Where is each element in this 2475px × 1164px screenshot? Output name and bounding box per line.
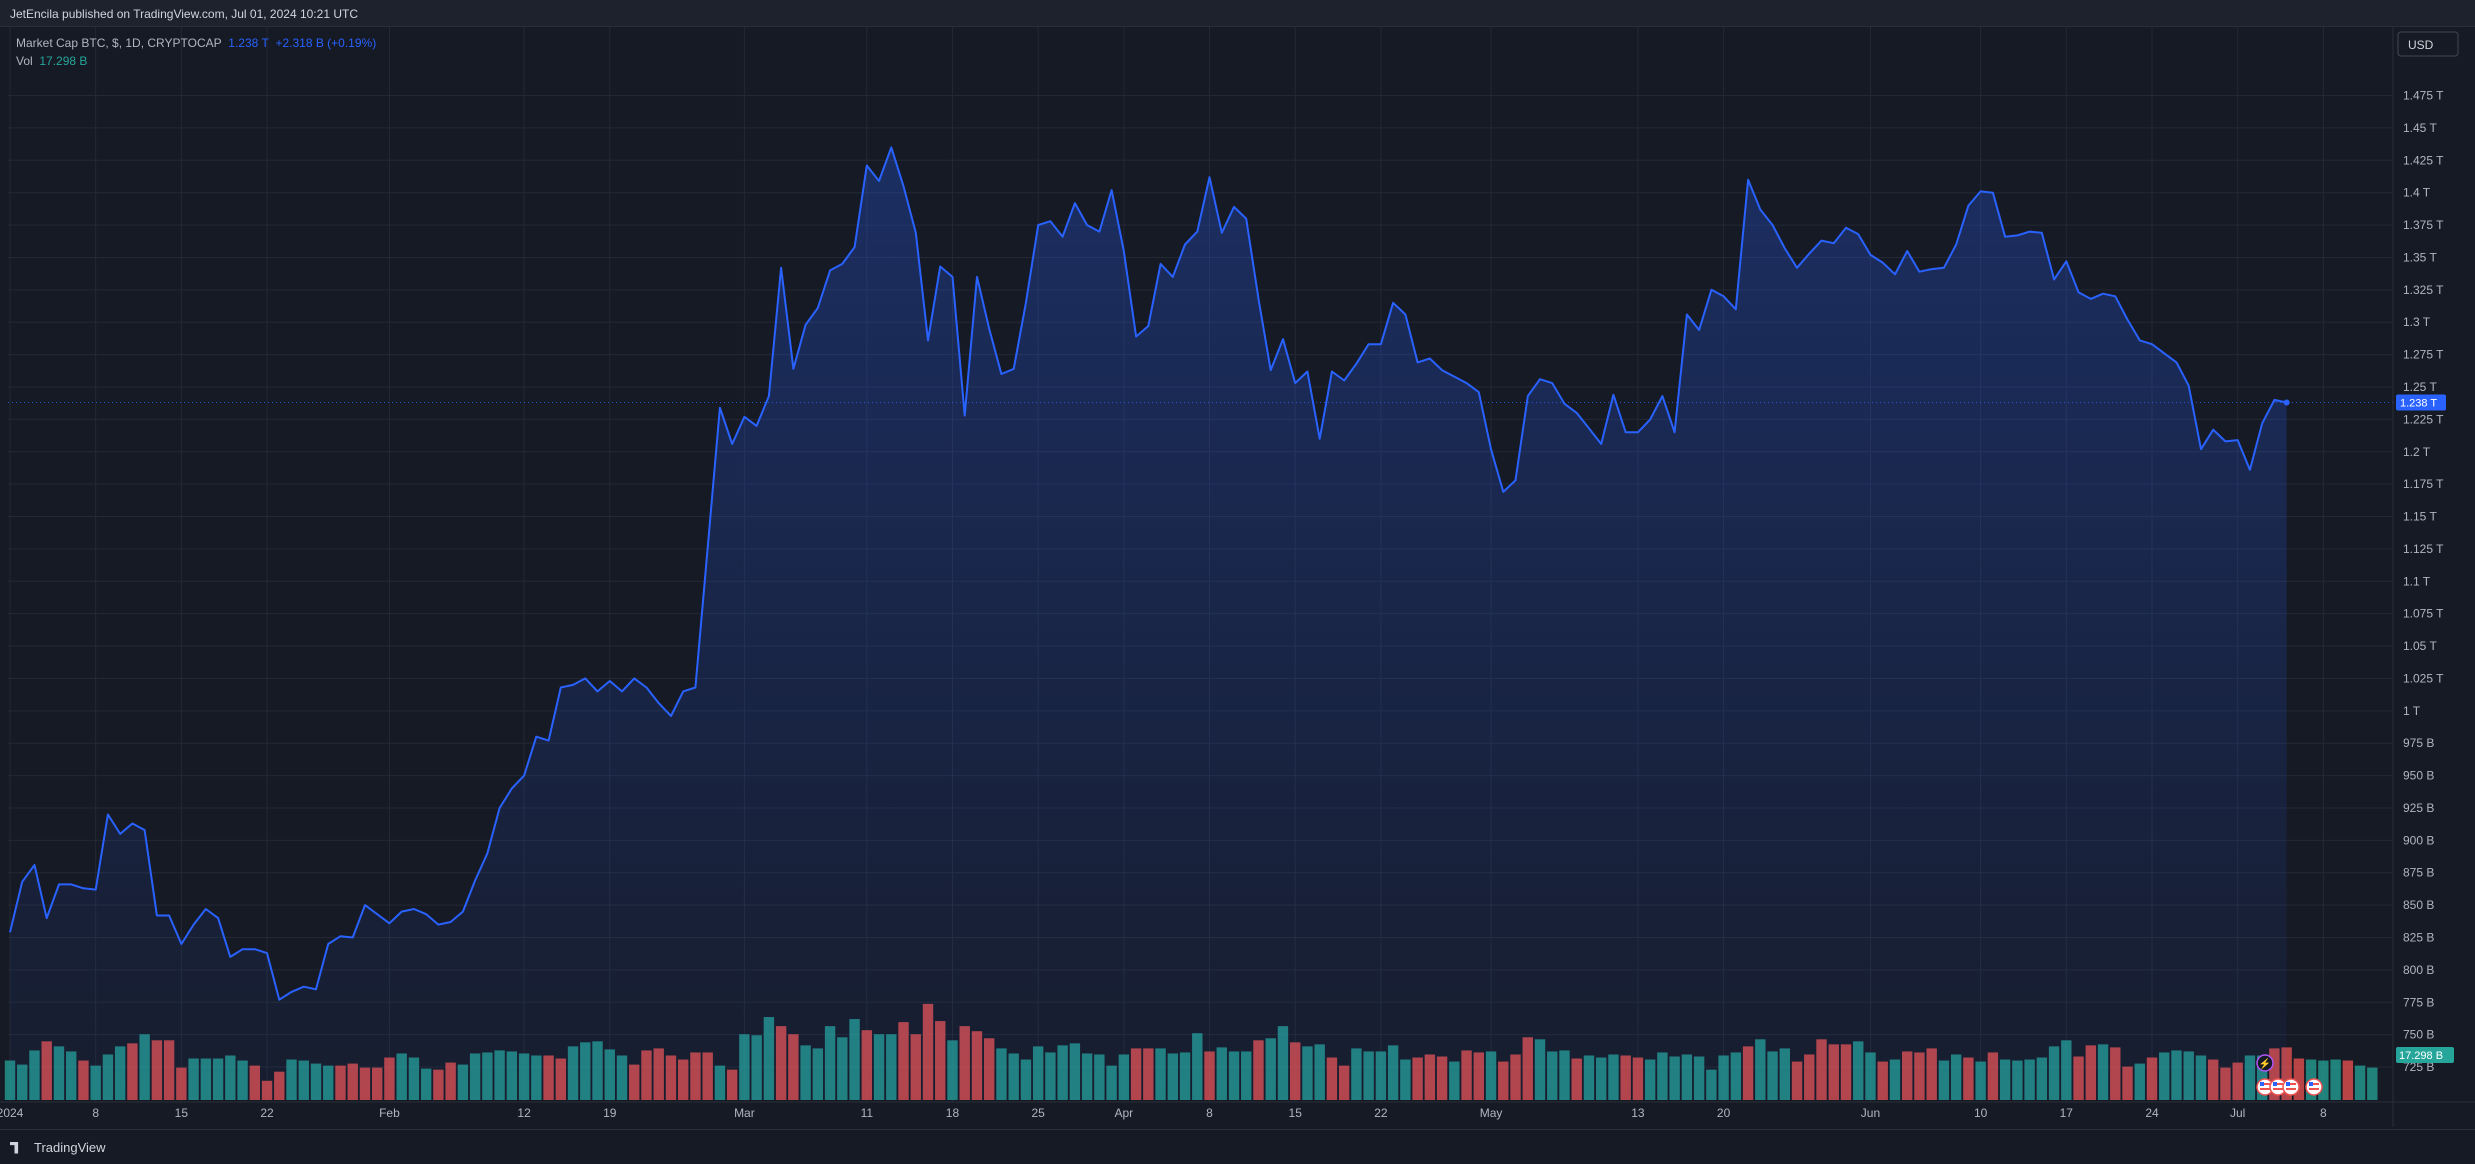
- x-tick-label: 13: [1631, 1106, 1645, 1120]
- y-tick-label: 1.45 T: [2403, 121, 2437, 135]
- x-tick-label: 25: [1031, 1106, 1045, 1120]
- lightning-icon-glyph: ⚡: [2259, 1057, 2271, 1070]
- volume-bar: [2318, 1060, 2329, 1100]
- tradingview-logo[interactable]: TradingView: [10, 1140, 106, 1155]
- x-tick-label: 20: [1717, 1106, 1731, 1120]
- publish-header: JetEncila published on TradingView.com, …: [0, 0, 2475, 27]
- series-legend: Market Cap BTC, $, 1D, CRYPTOCAP 1.238 T…: [16, 34, 376, 70]
- volume-bar: [2342, 1060, 2354, 1100]
- x-tick-label: 8: [2320, 1106, 2327, 1120]
- x-tick-label: 11: [861, 1106, 874, 1120]
- x-tick-label: 12: [517, 1106, 531, 1120]
- legend-row-volume: Vol 17.298 B: [16, 52, 376, 70]
- us-flag-icon[interactable]: [2282, 1078, 2300, 1096]
- last-price-axis-label: 1.238 T: [2400, 398, 2437, 410]
- us-flag-stripe: [2309, 1088, 2319, 1090]
- footer-bar: TradingView: [0, 1129, 2475, 1164]
- x-tick-label: Jul: [2230, 1106, 2245, 1120]
- y-tick-label: 850 B: [2403, 898, 2434, 912]
- y-tick-label: 1.175 T: [2403, 477, 2444, 491]
- volume-bar: [2330, 1059, 2341, 1100]
- y-tick-label: 800 B: [2403, 963, 2434, 977]
- y-tick-label: 1.35 T: [2403, 250, 2437, 264]
- volume-bar: [2367, 1067, 2378, 1100]
- y-tick-label: 1.375 T: [2403, 218, 2444, 232]
- us-flag-canton: [2309, 1082, 2313, 1086]
- x-tick-label: 15: [1289, 1106, 1303, 1120]
- x-tick-label: 19: [603, 1106, 617, 1120]
- legend-change: +2.318 B (+0.19%): [275, 36, 377, 50]
- x-tick-label: Apr: [1114, 1106, 1133, 1120]
- x-tick-label: 18: [946, 1106, 960, 1120]
- legend-volume-label: Vol: [16, 54, 33, 68]
- x-tick-label: 22: [1374, 1106, 1388, 1120]
- x-tick-label: 17: [2060, 1106, 2074, 1120]
- y-tick-label: 1.05 T: [2403, 639, 2437, 653]
- y-tick-label: 1.4 T: [2403, 186, 2431, 200]
- y-tick-label: 1.025 T: [2403, 671, 2444, 685]
- us-flag-canton: [2286, 1082, 2290, 1086]
- x-tick-label: 2024: [0, 1106, 24, 1120]
- y-tick-label: 825 B: [2403, 931, 2434, 945]
- y-tick-label: 1.425 T: [2403, 153, 2444, 167]
- y-tick-label: 1.475 T: [2403, 89, 2444, 103]
- x-tick-label: Mar: [734, 1106, 755, 1120]
- legend-series-label: Market Cap BTC, $, 1D, CRYPTOCAP: [16, 36, 222, 50]
- x-tick-label: Feb: [379, 1106, 400, 1120]
- y-tick-label: 875 B: [2403, 866, 2434, 880]
- last-price-marker: [2283, 399, 2290, 406]
- tradingview-logo-icon: [10, 1141, 19, 1154]
- publish-info: JetEncila published on TradingView.com, …: [10, 7, 358, 21]
- us-flag-canton: [2273, 1082, 2277, 1086]
- y-tick-label: 1.325 T: [2403, 283, 2444, 297]
- legend-volume-value: 17.298 B: [39, 54, 88, 68]
- price-chart[interactable]: 1.475 T 1.45 T 1.425 T 1.4 T 1.375 T 1.35 T 1.…: [0, 27, 2475, 1127]
- y-tick-label: 1.1 T: [2403, 574, 2431, 588]
- y-tick-label: 900 B: [2403, 833, 2434, 847]
- us-flag-icon[interactable]: [2305, 1078, 2323, 1096]
- us-flag-stripe: [2286, 1088, 2296, 1090]
- x-tick-label: 22: [260, 1106, 274, 1120]
- legend-row-price: Market Cap BTC, $, 1D, CRYPTOCAP 1.238 T…: [16, 34, 376, 52]
- y-tick-label: 1.25 T: [2403, 380, 2437, 394]
- y-tick-label: 1.15 T: [2403, 510, 2437, 524]
- x-tick-label: Jun: [1861, 1106, 1880, 1120]
- y-tick-label: 1.125 T: [2403, 542, 2444, 556]
- y-tick-label: 1.225 T: [2403, 412, 2444, 426]
- x-tick-label: 10: [1974, 1106, 1988, 1120]
- y-tick-label: 950 B: [2403, 769, 2434, 783]
- y-tick-label: 1.275 T: [2403, 348, 2444, 362]
- y-tick-label: 1.075 T: [2403, 607, 2444, 621]
- y-tick-label: 925 B: [2403, 801, 2434, 815]
- y-tick-label: 750 B: [2403, 1028, 2434, 1042]
- us-flag-stripe: [2273, 1088, 2283, 1090]
- x-tick-label: 15: [175, 1106, 189, 1120]
- x-tick-label: 8: [1206, 1106, 1213, 1120]
- chart-area[interactable]: 1.475 T 1.45 T 1.425 T 1.4 T 1.375 T 1.35 T 1.…: [0, 27, 2475, 1127]
- volume-bar: [2354, 1065, 2366, 1100]
- legend-last-value: 1.238 T: [228, 36, 269, 50]
- x-tick-label: May: [1480, 1106, 1503, 1120]
- x-tick-label: 24: [2145, 1106, 2159, 1120]
- y-tick-label: 1 T: [2403, 704, 2421, 718]
- y-tick-label: 775 B: [2403, 995, 2434, 1009]
- y-tick-label: 1.3 T: [2403, 315, 2431, 329]
- us-flag-stripe: [2260, 1088, 2270, 1090]
- us-flag-canton: [2260, 1082, 2264, 1086]
- last-volume-axis-label: 17.298 B: [2399, 1050, 2443, 1062]
- y-tick-label: 1.2 T: [2403, 445, 2431, 459]
- brand-name: TradingView: [34, 1140, 106, 1155]
- y-tick-label: 975 B: [2403, 736, 2434, 750]
- x-tick-label: 8: [92, 1106, 99, 1120]
- currency-button-label[interactable]: USD: [2408, 38, 2434, 52]
